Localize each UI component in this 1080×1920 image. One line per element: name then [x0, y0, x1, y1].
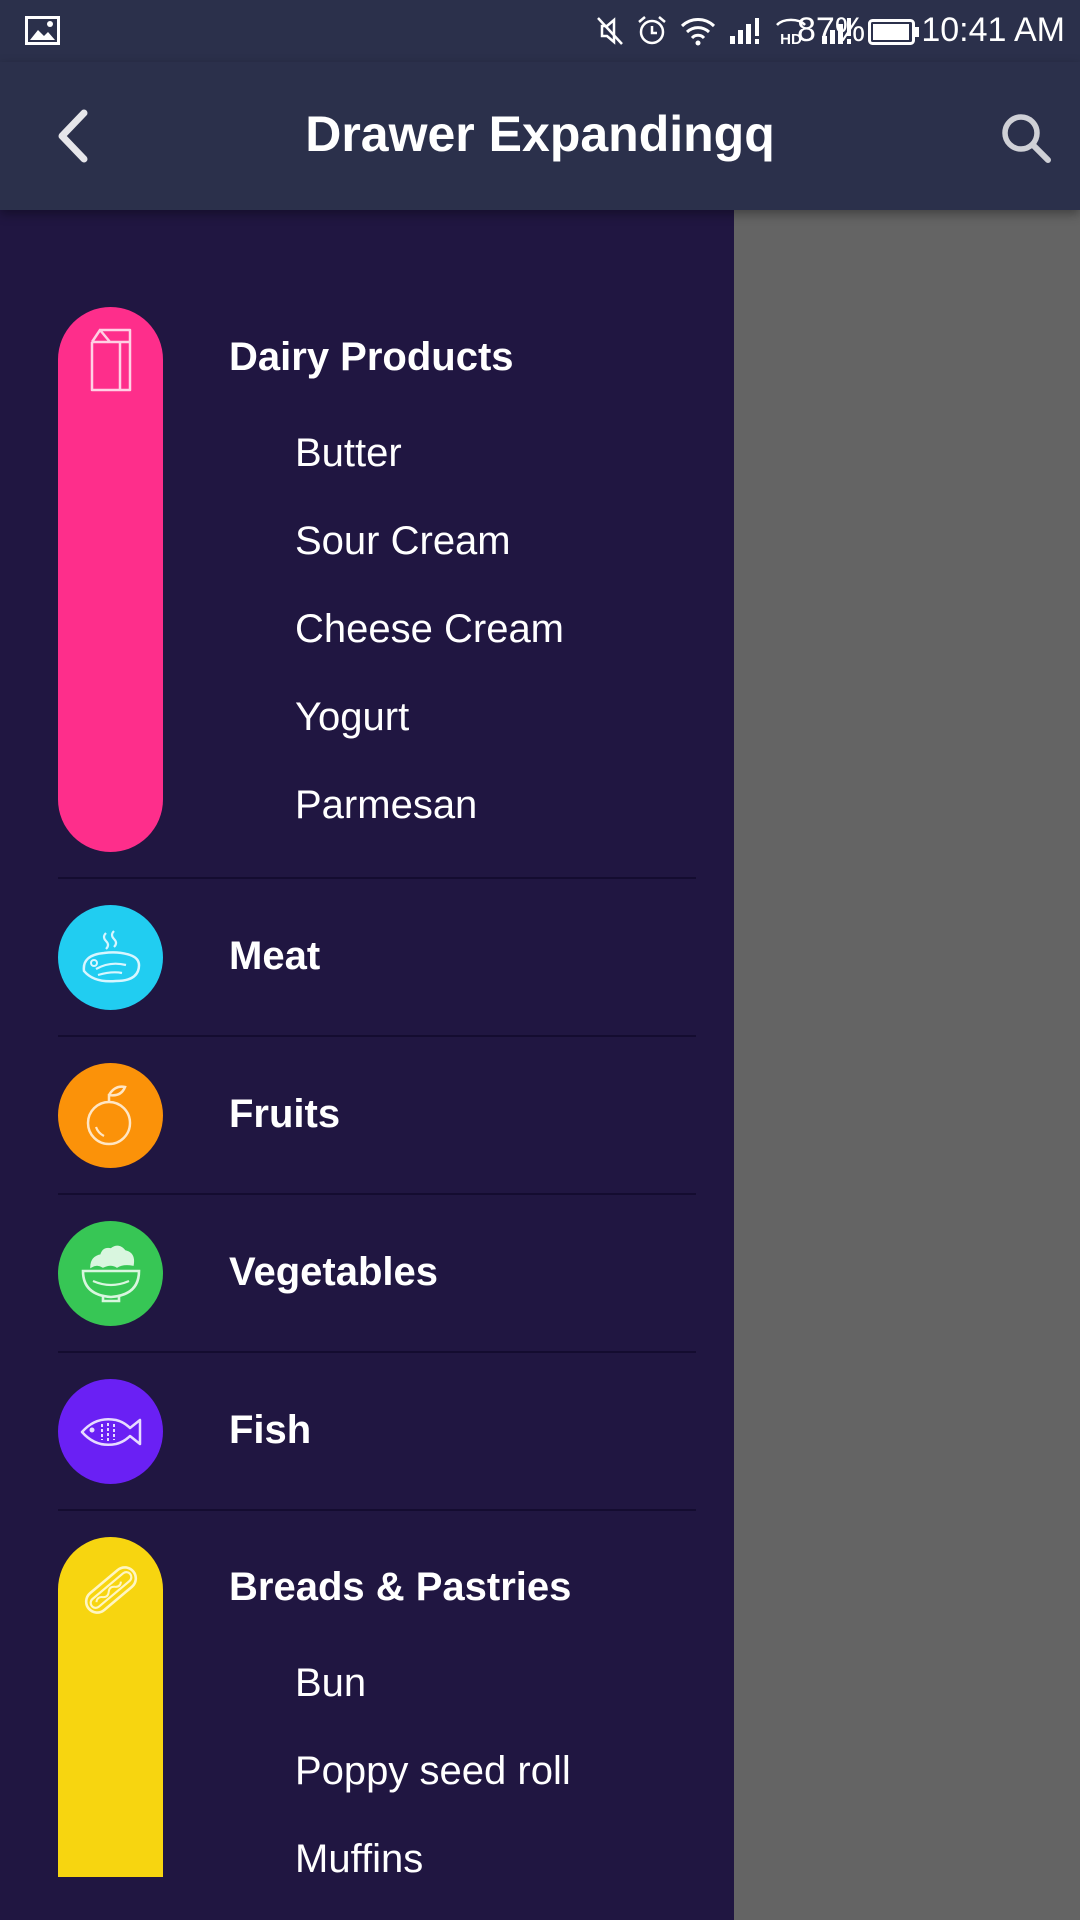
- clock: 10:41 AM: [921, 11, 1065, 49]
- sub-item-cheese-cream[interactable]: Cheese Cream: [295, 604, 564, 654]
- steak-icon: [82, 929, 140, 983]
- battery-percent: 87%: [797, 11, 866, 49]
- search-icon: [1002, 114, 1051, 163]
- category-label-fruits: Fruits: [229, 1092, 341, 1136]
- app-bar: Drawer Expandingq: [0, 62, 1080, 210]
- hotdog-icon: [84, 1565, 137, 1614]
- battery-icon: [868, 19, 919, 45]
- drawer-scrim[interactable]: [734, 210, 1080, 1920]
- category-row-fruits[interactable]: Fruits: [0, 1037, 734, 1195]
- category-pill-fruits: [58, 1063, 163, 1168]
- category-row-fish[interactable]: Fish: [0, 1353, 734, 1511]
- sub-item-sour-cream[interactable]: Sour Cream: [295, 516, 511, 566]
- category-label-dairy[interactable]: Dairy Products: [229, 332, 514, 382]
- image-icon: [25, 16, 60, 45]
- mute-icon: [597, 17, 623, 45]
- sub-item-muffins[interactable]: Muffins: [295, 1834, 423, 1877]
- fish-icon: [80, 1417, 141, 1446]
- status-bar: HD 87% 10:41 AM: [0, 0, 1080, 62]
- page-title: Drawer Expandingq: [305, 106, 775, 162]
- category-label-vegetables: Vegetables: [229, 1250, 439, 1294]
- category-pill-vegetables: [58, 1221, 163, 1326]
- sub-item-parmesan[interactable]: Parmesan: [295, 780, 477, 830]
- category-label-breads[interactable]: Breads & Pastries: [229, 1562, 571, 1612]
- category-pill-meat: [58, 905, 163, 1010]
- category-pill-breads: [58, 1537, 163, 1877]
- navigation-drawer: Dairy Products Butter Sour Cream Cheese …: [0, 210, 734, 1920]
- category-pill-dairy: [58, 307, 163, 852]
- search-button[interactable]: [994, 106, 1058, 170]
- category-row-vegetables[interactable]: Vegetables: [0, 1195, 734, 1353]
- category-row-meat[interactable]: Meat: [0, 879, 734, 1037]
- alarm-icon: [638, 16, 666, 45]
- sub-item-bun[interactable]: Bun: [295, 1658, 366, 1708]
- category-label-meat: Meat: [229, 934, 321, 978]
- sub-item-butter[interactable]: Butter: [295, 428, 402, 478]
- category-pill-fish: [58, 1379, 163, 1484]
- wifi-icon: [680, 18, 716, 46]
- orange-icon: [86, 1084, 131, 1145]
- salad-bowl-icon: [81, 1245, 140, 1302]
- sub-item-yogurt[interactable]: Yogurt: [295, 692, 409, 742]
- sub-item-poppy-seed-roll[interactable]: Poppy seed roll: [295, 1746, 571, 1796]
- signal-icon: [730, 18, 759, 44]
- milk-carton-icon: [90, 328, 131, 391]
- divider: [58, 1509, 696, 1511]
- category-label-fish: Fish: [229, 1408, 312, 1452]
